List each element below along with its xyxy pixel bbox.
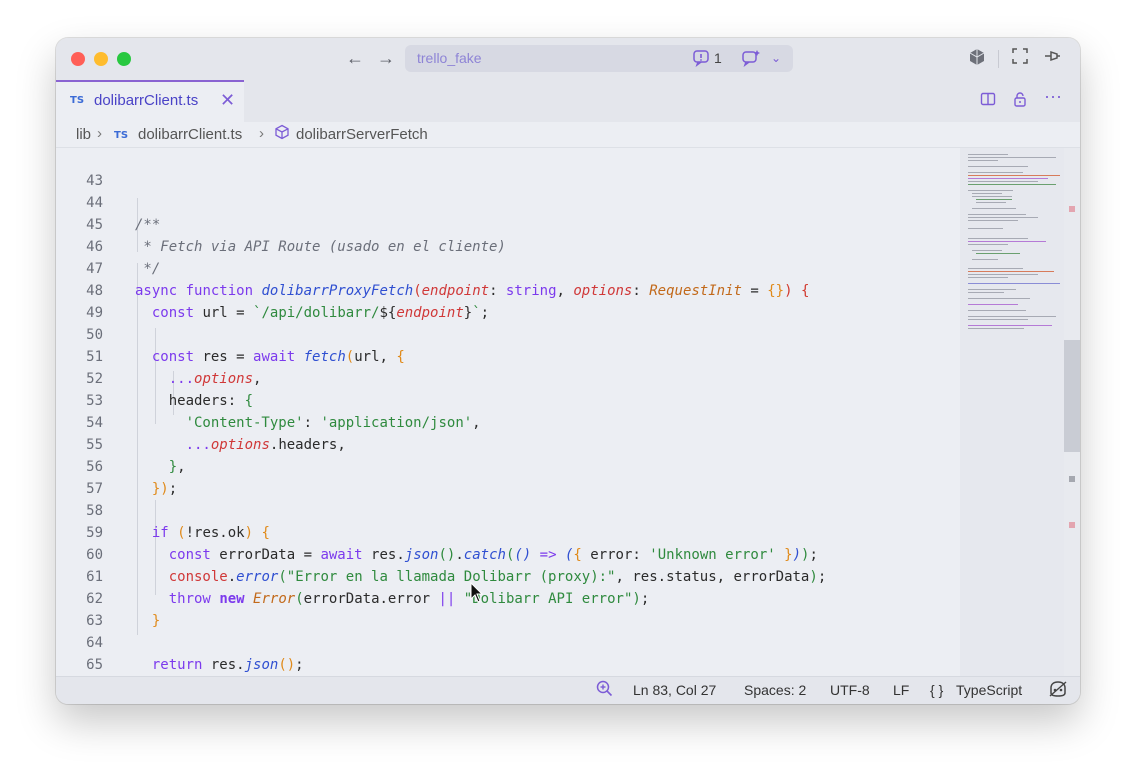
close-window-button[interactable] xyxy=(71,52,85,66)
breadcrumb-symbol[interactable]: dolibarrServerFetch xyxy=(296,126,428,143)
code-line-56: 56 }); xyxy=(56,434,960,497)
code-line-47: 47 async function dolibarrProxyFetch(end… xyxy=(56,236,960,299)
language-mode[interactable]: TypeScript xyxy=(956,682,1022,698)
status-bar: Ln 83, Col 27 Spaces: 2 UTF-8 LF { } Typ… xyxy=(56,676,1080,704)
forward-arrow-icon[interactable]: → xyxy=(377,48,395,68)
close-icon[interactable]: ✕ xyxy=(220,90,235,111)
code-line-45: 45 * Fetch via API Route (usado en el cl… xyxy=(56,192,960,255)
mouse-pointer-icon xyxy=(470,582,484,603)
code-line-48: 48 const url = `/api/dolibarr/${endpoint… xyxy=(56,258,960,321)
code-line-51: 51 ...options, xyxy=(56,324,960,387)
code-line-53: 53 'Content-Type': 'application/json', xyxy=(56,368,960,431)
code-line-49: 49 xyxy=(56,280,960,321)
maximize-window-button[interactable] xyxy=(117,52,131,66)
editor-window: ← → trello_fake 1 ⌄ TS dolibarrClient.ts… xyxy=(56,38,1080,704)
lock-icon[interactable] xyxy=(1012,91,1028,111)
typescript-file-icon: TS xyxy=(114,130,129,141)
tab-bar: TS dolibarrClient.ts ✕ ··· xyxy=(56,80,1080,122)
extensions-cube-icon[interactable] xyxy=(968,48,986,71)
code-line-60: 60 console.error("Error en la llamada Do… xyxy=(56,522,960,585)
tab-dolibarrclient[interactable]: TS dolibarrClient.ts ✕ xyxy=(56,80,244,122)
back-arrow-icon[interactable]: ← xyxy=(346,48,364,68)
indentation-setting[interactable]: Spaces: 2 xyxy=(744,682,806,698)
scrollbar-marker xyxy=(1069,476,1075,482)
code-line-54: 54 ...options.headers, xyxy=(56,390,960,453)
chevron-right-icon: › xyxy=(97,125,102,142)
code-line-59: 59 const errorData = await res.json().ca… xyxy=(56,500,960,563)
scrollbar-marker xyxy=(1069,522,1075,528)
code-line-65: 65 } xyxy=(56,632,960,673)
split-editor-icon[interactable] xyxy=(980,91,996,111)
zoom-in-icon[interactable] xyxy=(596,680,613,702)
typescript-file-icon: TS xyxy=(70,95,85,106)
code-line-62: 62 } xyxy=(56,566,960,629)
scrollbar-marker xyxy=(1069,206,1075,212)
minimize-window-button[interactable] xyxy=(94,52,108,66)
copilot-icon[interactable] xyxy=(1048,680,1068,703)
code-line-44: 44 /** xyxy=(56,170,960,233)
code-line-61: 61 throw new Error(errorData.error || "D… xyxy=(56,544,960,607)
problems-count: 1 xyxy=(714,50,722,66)
breadcrumb-file[interactable]: dolibarrClient.ts xyxy=(138,126,242,143)
code-editor[interactable]: 43 44 /** 45 * Fetch via API Route (usad… xyxy=(56,148,1080,676)
code-line-64: 64 return res.json(); xyxy=(56,610,960,673)
tab-label: dolibarrClient.ts xyxy=(94,92,199,109)
breadcrumb: lib › TS dolibarrClient.ts › dolibarrSer… xyxy=(56,122,1080,148)
code-line-57: 57 xyxy=(56,456,960,497)
code-line-52: 52 headers: { xyxy=(56,346,960,409)
code-line-63: 63 xyxy=(56,588,960,629)
pin-icon[interactable] xyxy=(1043,48,1061,69)
more-actions-icon[interactable]: ··· xyxy=(1044,86,1062,107)
title-bar: ← → trello_fake 1 ⌄ xyxy=(56,38,1080,80)
chevron-right-icon: › xyxy=(259,125,264,142)
language-braces-icon: { } xyxy=(930,682,944,698)
breadcrumb-folder[interactable]: lib xyxy=(76,126,91,143)
eol-setting[interactable]: LF xyxy=(893,682,909,698)
minimap[interactable] xyxy=(960,148,1064,676)
chevron-down-icon[interactable]: ⌄ xyxy=(771,51,781,65)
problems-icon[interactable] xyxy=(692,49,710,71)
command-center-label: trello_fake xyxy=(417,50,482,66)
symbol-method-icon xyxy=(274,124,290,144)
chat-sparkle-icon[interactable] xyxy=(741,49,761,71)
code-line-43: 43 xyxy=(56,148,960,189)
fullscreen-icon[interactable] xyxy=(1012,48,1028,69)
scrollbar-thumb[interactable] xyxy=(1064,340,1080,452)
code-line-58: 58 if (!res.ok) { xyxy=(56,478,960,541)
cursor-position[interactable]: Ln 83, Col 27 xyxy=(633,682,716,698)
encoding-setting[interactable]: UTF-8 xyxy=(830,682,870,698)
command-center[interactable]: trello_fake 1 ⌄ xyxy=(405,45,793,72)
titlebar-divider xyxy=(998,50,999,68)
code-line-50: 50 const res = await fetch(url, { xyxy=(56,302,960,365)
code-line-46: 46 */ xyxy=(56,214,960,277)
code-line-55: 55 }, xyxy=(56,412,960,475)
